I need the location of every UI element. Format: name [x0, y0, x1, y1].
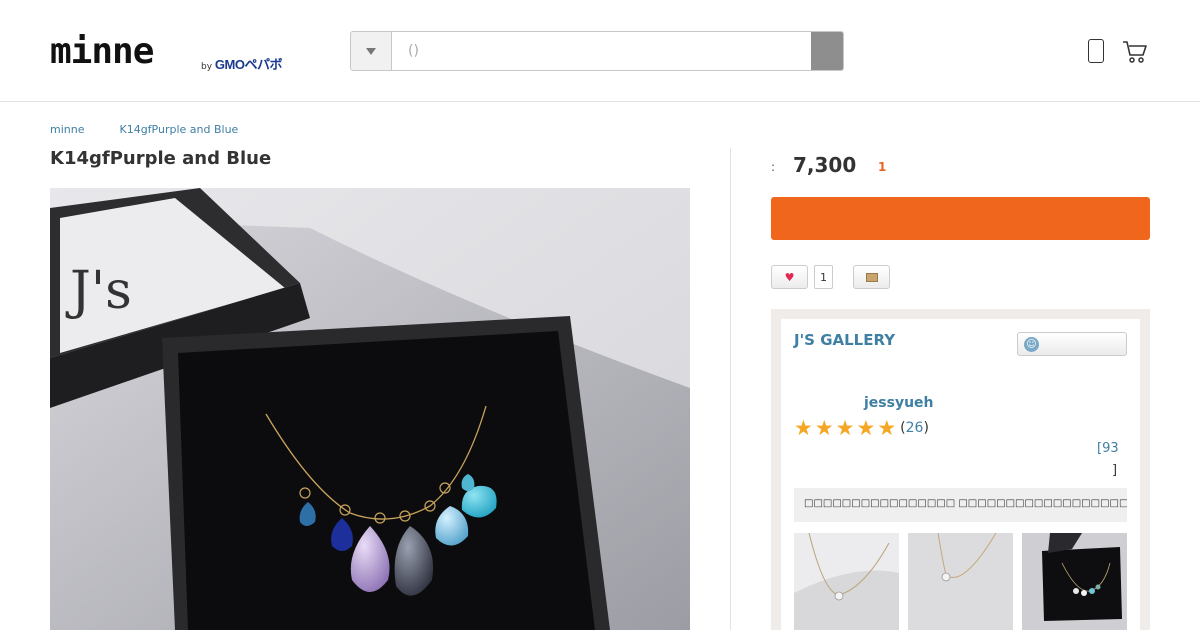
cart-icon[interactable]: [1122, 40, 1148, 64]
star-icon: ★: [835, 416, 855, 440]
product-photo[interactable]: J's: [50, 188, 690, 630]
breadcrumb-home[interactable]: minne: [50, 123, 84, 136]
message-button[interactable]: [853, 265, 890, 289]
envelope-icon: [865, 272, 878, 282]
logo-by-text: by: [201, 62, 213, 72]
product-price: 7,300: [793, 153, 857, 177]
star-icon: ★: [877, 416, 897, 440]
review-count[interactable]: (26): [900, 420, 929, 436]
necklace-photo-illustration: J's: [50, 188, 690, 630]
follow-shop-button[interactable]: ☺: [1017, 332, 1127, 356]
shop-items-count-close: ]: [1112, 463, 1118, 478]
breadcrumb: minne K14gfPurple and Blue: [50, 123, 238, 136]
star-icon: ★: [794, 416, 813, 440]
heart-icon: ♥: [784, 270, 795, 284]
shop-panel: J'S GALLERY ☺ jessyueh ★ ★ ★ ★ ★ (26) [9…: [771, 309, 1150, 630]
shop-items-count[interactable]: [93: [1097, 441, 1119, 456]
logo-company-name: GMOペパボ: [214, 57, 283, 72]
search-category-select[interactable]: [351, 32, 392, 70]
stock-count: 1: [878, 160, 887, 174]
star-icon: ★: [814, 416, 834, 440]
card-logo-mark: J's: [65, 261, 132, 321]
shop-item-thumbnail[interactable]: [1022, 533, 1127, 630]
shop-name[interactable]: J'S GALLERY: [794, 331, 895, 349]
search-button[interactable]: [811, 32, 843, 70]
minne-logo[interactable]: minne: [50, 32, 154, 72]
phone-icon[interactable]: [1088, 39, 1104, 63]
thumbnail-necklace-3: [1022, 533, 1127, 630]
review-count-value: 26: [905, 420, 924, 436]
shop-item-thumbnail[interactable]: [908, 533, 1013, 630]
smile-icon: ☺: [1024, 337, 1039, 352]
logo-company: by GMOペパボ: [201, 54, 282, 73]
shop-item-thumbnail[interactable]: [794, 533, 899, 630]
favorite-count: 1: [814, 265, 833, 289]
add-to-cart-button[interactable]: [771, 197, 1150, 240]
star-icon: ★: [856, 416, 876, 440]
column-divider: [730, 148, 731, 630]
breadcrumb-current[interactable]: K14gfPurple and Blue: [119, 123, 238, 136]
dropdown-triangle-icon: [366, 47, 376, 55]
search-input[interactable]: [392, 32, 811, 70]
review-count-close: ): [923, 420, 929, 436]
site-header: minne by GMOペパボ: [0, 0, 1200, 102]
shop-owner-name[interactable]: jessyueh: [864, 395, 934, 411]
favorite-button[interactable]: ♥: [771, 265, 808, 289]
shop-thumbnails: [794, 533, 1127, 630]
shop-description: □□□□□□□□□□□□□□□□ □□□□□□□□□□□□□□□□□□□□↗□: [794, 488, 1127, 522]
search-bar: [350, 31, 844, 71]
shop-card: J'S GALLERY ☺ jessyueh ★ ★ ★ ★ ★ (26) [9…: [781, 319, 1140, 630]
shop-rating: ★ ★ ★ ★ ★ (26): [794, 417, 929, 439]
price-label: :: [771, 160, 776, 174]
thumbnail-necklace-1: [794, 533, 899, 630]
thumbnail-necklace-2: [908, 533, 1013, 630]
product-title: K14gfPurple and Blue: [50, 148, 272, 169]
